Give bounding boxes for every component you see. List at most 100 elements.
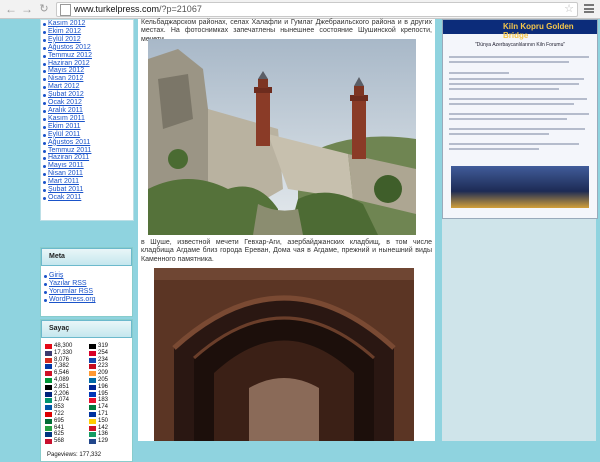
archive-link[interactable]: Temmuz 2012 bbox=[41, 52, 133, 60]
url-host: www.turkelpress.com bbox=[74, 4, 160, 14]
country-flag-icon bbox=[45, 432, 52, 438]
country-visit-count: 195 bbox=[98, 390, 109, 397]
cologne-skyline-image bbox=[451, 166, 589, 208]
archive-link[interactable]: Mayıs 2012 bbox=[41, 67, 133, 75]
flag-counter-row: 2,206 195 bbox=[45, 391, 127, 398]
country-flag-icon bbox=[89, 418, 96, 424]
archive-link[interactable]: Mart 2011 bbox=[41, 178, 133, 186]
article-paragraph-2: в Шуше, известной мечети Гевхар-Аги, азе… bbox=[141, 239, 432, 263]
sidebar-below-panel bbox=[442, 219, 596, 441]
country-visit-count: 136 bbox=[98, 431, 109, 438]
country-flag-icon bbox=[45, 418, 52, 424]
archive-link[interactable]: Temmuz 2011 bbox=[41, 147, 133, 155]
archive-link[interactable]: Mart 2012 bbox=[41, 83, 133, 91]
country-visit-count: 4,089 bbox=[54, 376, 70, 383]
country-flag-icon bbox=[89, 377, 96, 383]
meta-link[interactable]: Giriş bbox=[41, 272, 132, 280]
archive-link[interactable]: Şubat 2011 bbox=[41, 186, 133, 194]
meta-widget: Meta Giriş Yazılar RSS Yorumlar RSS WordPre… bbox=[40, 247, 133, 317]
archive-link[interactable]: Nisan 2011 bbox=[41, 170, 133, 178]
country-visit-count: 223 bbox=[98, 363, 109, 370]
country-visit-count: 722 bbox=[54, 410, 65, 417]
forward-arrow-icon[interactable]: → bbox=[20, 2, 34, 16]
country-visit-count: 171 bbox=[98, 410, 109, 417]
flag-counter-row: 48,300 319 bbox=[45, 343, 127, 350]
flag-counter-row: 8,076 234 bbox=[45, 357, 127, 364]
country-visit-count: 625 bbox=[54, 431, 65, 438]
banner-heading: "Dünya Azerbaycanlılarının Kiln Forumu" bbox=[474, 42, 566, 48]
menu-icon[interactable] bbox=[584, 4, 594, 13]
meta-link[interactable]: WordPress.org bbox=[41, 296, 132, 304]
country-flag-icon bbox=[89, 384, 96, 390]
country-flag-icon bbox=[89, 398, 96, 404]
country-visit-count: 129 bbox=[98, 438, 109, 445]
flag-counter-row: 568 129 bbox=[45, 438, 127, 445]
flag-counter-row: 1,074 183 bbox=[45, 397, 127, 404]
forum-banner[interactable]: Kiln Kopru Golden Bridge "Dünya Azerbayc… bbox=[442, 19, 598, 219]
country-visit-count: 174 bbox=[98, 404, 109, 411]
country-visit-count: 853 bbox=[54, 404, 65, 411]
country-flag-icon bbox=[45, 371, 52, 377]
flag-counter-row: 625 136 bbox=[45, 431, 127, 438]
counter-title: Sayaç bbox=[41, 320, 132, 338]
browser-toolbar: ← → ↻ www.turkelpress.com/?p=21067 ☆ bbox=[0, 0, 600, 19]
meta-title: Meta bbox=[41, 248, 132, 266]
archive-link[interactable]: Mayıs 2011 bbox=[41, 162, 133, 170]
country-visit-count: 8,076 bbox=[54, 356, 70, 363]
archive-link[interactable]: Nisan 2012 bbox=[41, 75, 133, 83]
page-icon bbox=[60, 4, 71, 16]
back-arrow-icon[interactable]: ← bbox=[4, 2, 18, 16]
country-visit-count: 2,851 bbox=[54, 383, 70, 390]
flag-counter-row: 722 171 bbox=[45, 411, 127, 418]
country-visit-count: 6,546 bbox=[54, 370, 70, 377]
country-flag-icon bbox=[89, 439, 96, 445]
flag-counter-row: 2,851 196 bbox=[45, 384, 127, 391]
archive-link[interactable]: Ekim 2012 bbox=[41, 28, 133, 36]
archive-link[interactable]: Ağustos 2012 bbox=[41, 44, 133, 52]
bookmark-star-icon[interactable]: ☆ bbox=[564, 2, 574, 15]
country-visit-count: 568 bbox=[54, 438, 65, 445]
country-flag-icon bbox=[45, 384, 52, 390]
country-visit-count: 48,300 bbox=[54, 343, 73, 349]
country-flag-icon bbox=[45, 357, 52, 363]
country-flag-icon bbox=[45, 398, 52, 404]
archive-link[interactable]: Haziran 2012 bbox=[41, 60, 133, 68]
country-visit-count: 142 bbox=[98, 424, 109, 431]
archive-link[interactable]: Ocak 2012 bbox=[41, 99, 133, 107]
country-flag-icon bbox=[89, 391, 96, 397]
country-flag-icon bbox=[45, 377, 52, 383]
archive-link[interactable]: Kasım 2012 bbox=[41, 20, 133, 28]
archive-link[interactable]: Eylül 2012 bbox=[41, 36, 133, 44]
country-visit-count: 150 bbox=[98, 417, 109, 424]
country-visit-count: 196 bbox=[98, 383, 109, 390]
archive-link[interactable]: Şubat 2012 bbox=[41, 91, 133, 99]
pageviews-total: Pageviews: 177,332 bbox=[47, 452, 102, 458]
archive-link[interactable]: Ocak 2011 bbox=[41, 194, 133, 202]
flag-counter-row: 7,382 223 bbox=[45, 363, 127, 370]
archive-link[interactable]: Aralık 2011 bbox=[41, 107, 133, 115]
country-flag-icon bbox=[89, 371, 96, 377]
archive-link[interactable]: Kasım 2011 bbox=[41, 115, 133, 123]
address-bar[interactable]: www.turkelpress.com/?p=21067 ☆ bbox=[56, 2, 578, 17]
country-visit-count: 319 bbox=[98, 343, 109, 349]
left-sidebar: Kasım 2012 Ekim 2012 Eylül 2012 Ağustos 201… bbox=[38, 19, 134, 462]
meta-link[interactable]: Yorumlar RSS bbox=[41, 288, 132, 296]
flag-counter-row: 695 150 bbox=[45, 418, 127, 425]
country-visit-count: 695 bbox=[54, 417, 65, 424]
country-flag-icon bbox=[89, 344, 96, 349]
meta-link[interactable]: Yazılar RSS bbox=[41, 280, 132, 288]
archive-link[interactable]: Ağustos 2011 bbox=[41, 139, 133, 147]
flag-counter[interactable]: 48,300 319 17,330 254 8,076 234 7,382 223 6,546 2… bbox=[45, 343, 127, 445]
archive-link[interactable]: Eylül 2011 bbox=[41, 131, 133, 139]
right-sidebar: Kiln Kopru Golden Bridge "Dünya Azerbayc… bbox=[438, 19, 600, 441]
country-flag-icon bbox=[45, 364, 52, 370]
reload-icon[interactable]: ↻ bbox=[37, 2, 51, 16]
country-flag-icon bbox=[89, 425, 96, 431]
country-visit-count: 2,206 bbox=[54, 390, 70, 397]
country-flag-icon bbox=[45, 425, 52, 431]
flag-counter-row: 853 174 bbox=[45, 404, 127, 411]
archive-link[interactable]: Ekim 2011 bbox=[41, 123, 133, 131]
country-flag-icon bbox=[45, 344, 52, 349]
archive-link[interactable]: Haziran 2011 bbox=[41, 154, 133, 162]
country-visit-count: 205 bbox=[98, 376, 109, 383]
